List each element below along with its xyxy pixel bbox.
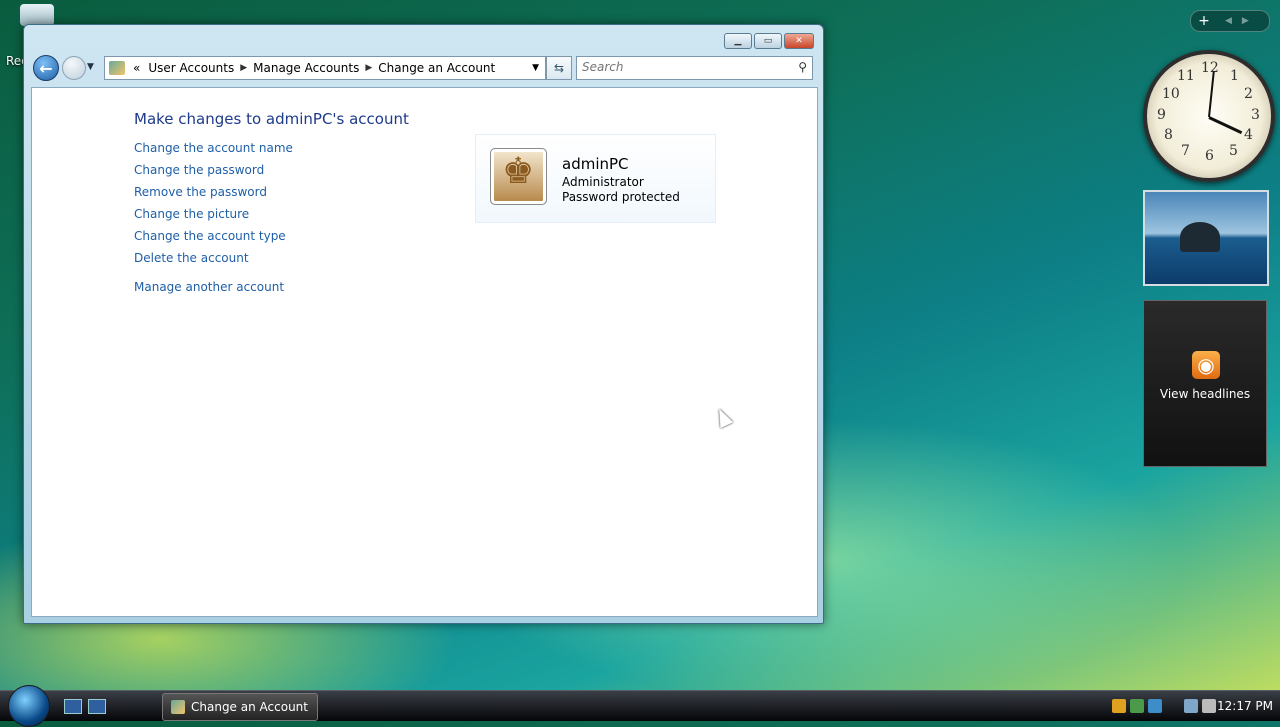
change-picture-link[interactable]: Change the picture	[134, 207, 293, 229]
breadcrumb-arrow-icon[interactable]: ▶	[238, 63, 249, 73]
taskbar-button-change-account[interactable]: Change an Account	[162, 693, 318, 721]
search-input[interactable]	[577, 57, 787, 77]
page-title: Make changes to adminPC's account	[134, 110, 409, 128]
breadcrumb-manage-accounts[interactable]: Manage Accounts	[249, 61, 363, 75]
user-accounts-icon	[109, 61, 125, 75]
system-tray	[1112, 691, 1216, 721]
change-account-name-link[interactable]: Change the account name	[134, 141, 293, 163]
close-button[interactable]: ✕	[784, 33, 814, 49]
security-shield-icon[interactable]	[1112, 699, 1126, 713]
search-box[interactable]: ⚲	[576, 56, 813, 80]
forward-button[interactable]	[62, 56, 86, 80]
network-icon[interactable]	[1130, 699, 1144, 713]
clock-hour-hand	[1208, 116, 1243, 135]
account-card: adminPC Administrator Password protected	[475, 134, 716, 223]
view-headlines-label[interactable]: View headlines	[1144, 387, 1266, 401]
back-arrow-icon: ←	[39, 58, 53, 78]
rss-feed-icon: ◉	[1192, 351, 1220, 379]
user-accounts-icon	[171, 700, 185, 714]
chess-piece-avatar-icon	[490, 148, 547, 205]
clock-numeral: 3	[1251, 107, 1260, 123]
change-account-type-link[interactable]: Change the account type	[134, 229, 293, 251]
slideshow-gadget[interactable]	[1143, 190, 1269, 286]
start-button[interactable]	[8, 685, 50, 727]
add-gadget-icon[interactable]: +	[1191, 13, 1217, 29]
volume-muted-icon[interactable]	[1202, 699, 1216, 713]
gadget-nav-arrows-icon[interactable]: ◀▶	[1225, 16, 1259, 26]
manage-another-account-link[interactable]: Manage another account	[134, 280, 293, 302]
clock-numeral: 11	[1177, 68, 1195, 84]
clock-gadget[interactable]: 12 1 2 3 4 5 6 7 8 9 10 11	[1143, 50, 1275, 182]
breadcrumb-user-accounts[interactable]: User Accounts	[144, 61, 238, 75]
back-button[interactable]: ←	[33, 55, 59, 81]
control-panel-window: ▁ ▭ ✕ ← ▼ « User Accounts ▶ Manage Accou…	[23, 24, 824, 624]
taskbar-clock[interactable]: 12:17 PM	[1217, 699, 1273, 713]
whale-tail-image	[1180, 222, 1220, 252]
display-icon[interactable]	[1148, 699, 1162, 713]
change-password-link[interactable]: Change the password	[134, 163, 293, 185]
refresh-button[interactable]: ⇆	[546, 56, 572, 80]
clock-numeral: 10	[1162, 86, 1180, 102]
account-name: adminPC	[562, 155, 629, 173]
refresh-icon: ⇆	[553, 61, 565, 75]
clock-numeral: 12	[1201, 60, 1219, 76]
recent-pages-dropdown[interactable]: ▼	[87, 62, 94, 72]
breadcrumb-change-account[interactable]: Change an Account	[374, 61, 499, 75]
breadcrumb-overflow[interactable]: «	[129, 61, 144, 75]
show-desktop-icon[interactable]	[64, 699, 82, 714]
account-status: Password protected	[562, 190, 680, 204]
address-dropdown-icon[interactable]: ▼	[532, 63, 539, 73]
taskbar-button-label: Change an Account	[191, 700, 308, 714]
clock-numeral: 8	[1164, 127, 1173, 143]
clock-numeral: 4	[1244, 127, 1253, 143]
breadcrumb-arrow-icon[interactable]: ▶	[363, 63, 374, 73]
clock-minute-hand	[1208, 71, 1215, 118]
connection-icon[interactable]	[1184, 699, 1198, 713]
maximize-button[interactable]: ▭	[754, 33, 782, 49]
switch-windows-icon[interactable]	[88, 699, 106, 714]
content-pane: Make changes to adminPC's account Change…	[31, 87, 818, 617]
search-icon[interactable]: ⚲	[798, 60, 807, 74]
remove-password-link[interactable]: Remove the password	[134, 185, 293, 207]
feed-headlines-gadget[interactable]: ◉ View headlines	[1143, 300, 1267, 467]
account-type: Administrator	[562, 175, 644, 189]
clock-numeral: 6	[1205, 148, 1214, 164]
delete-account-link[interactable]: Delete the account	[134, 251, 293, 273]
minimize-button[interactable]: ▁	[724, 33, 752, 49]
clock-numeral: 5	[1229, 143, 1238, 159]
task-list: Change the account name Change the passw…	[134, 141, 293, 302]
address-bar[interactable]: « User Accounts ▶ Manage Accounts ▶ Chan…	[104, 56, 546, 80]
clock-numeral: 7	[1181, 143, 1190, 159]
clock-numeral: 9	[1157, 107, 1166, 123]
clock-numeral: 1	[1230, 68, 1239, 84]
recycle-bin-icon[interactable]	[20, 4, 54, 26]
window-controls: ▁ ▭ ✕	[724, 33, 814, 49]
taskbar: Change an Account 12:17 PM	[0, 685, 1280, 727]
sidebar-toolbar: + ◀▶	[1190, 10, 1270, 32]
clock-numeral: 2	[1244, 86, 1253, 102]
